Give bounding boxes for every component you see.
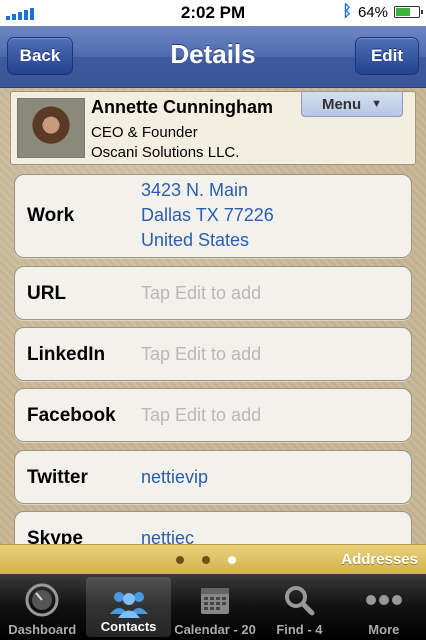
- address-line-3: United States: [141, 230, 250, 250]
- tab-label: More: [368, 622, 400, 637]
- url-label: URL: [27, 283, 67, 304]
- tab-contacts[interactable]: Contacts: [86, 577, 171, 637]
- facebook-label: Facebook: [27, 405, 116, 426]
- tab-label: Dashboard: [8, 622, 77, 637]
- tab-calendar[interactable]: Calendar - 20: [173, 574, 257, 640]
- signal-strength-icon: [6, 6, 34, 20]
- tab-more[interactable]: More: [342, 574, 426, 640]
- addresses-label[interactable]: Addresses: [341, 551, 418, 568]
- facebook-value: Tap Edit to add: [141, 405, 262, 425]
- url-value: Tap Edit to add: [141, 283, 262, 303]
- avatar: [17, 98, 85, 158]
- address-line-2: Dallas TX 77226: [141, 205, 274, 225]
- page-dot[interactable]: [176, 556, 184, 564]
- tab-label: Calendar - 20: [174, 622, 256, 637]
- skype-label: Skype: [27, 528, 83, 544]
- linkedin-label: LinkedIn: [27, 344, 106, 365]
- page-dot[interactable]: [202, 556, 210, 564]
- tab-bar: Dashboard Contacts Calendar - 20 Find - …: [0, 574, 426, 640]
- contact-name: Annette Cunningham: [91, 97, 273, 117]
- battery-percent: 64%: [357, 3, 388, 21]
- address-line-1: 3423 N. Main: [141, 180, 249, 200]
- contact-company: Oscani Solutions LLC.: [91, 144, 240, 161]
- search-icon: [282, 582, 316, 618]
- work-label: Work: [27, 205, 75, 226]
- more-dots-icon: [364, 582, 404, 618]
- tab-find[interactable]: Find - 4: [257, 574, 341, 640]
- linkedin-row[interactable]: LinkedIn Tap Edit to add: [14, 327, 412, 381]
- navigation-bar: Back Details Edit: [0, 26, 426, 88]
- menu-label: Menu: [321, 95, 362, 113]
- calendar-icon: [198, 582, 232, 618]
- page-indicator-bar: Addresses: [0, 544, 426, 574]
- skype-row[interactable]: Skype nettiec: [14, 511, 412, 544]
- people-icon: [107, 585, 151, 621]
- twitter-label: Twitter: [27, 467, 88, 488]
- menu-button[interactable]: Menu ▼: [301, 91, 403, 117]
- tab-label: Contacts: [100, 619, 157, 634]
- edit-button[interactable]: Edit: [355, 37, 419, 75]
- skype-value[interactable]: nettiec: [141, 526, 194, 544]
- contact-card: Annette Cunningham CEO & Founder Oscani …: [10, 91, 416, 165]
- tab-dashboard[interactable]: Dashboard: [0, 574, 84, 640]
- facebook-row[interactable]: Facebook Tap Edit to add: [14, 388, 412, 442]
- tab-label: Find - 4: [276, 622, 323, 637]
- details-content[interactable]: Annette Cunningham CEO & Founder Oscani …: [0, 88, 426, 544]
- contact-job-title: CEO & Founder: [91, 124, 198, 141]
- twitter-row[interactable]: Twitter nettievip: [14, 450, 412, 504]
- url-row[interactable]: URL Tap Edit to add: [14, 266, 412, 320]
- page-dot-active[interactable]: [228, 556, 236, 564]
- work-address-row[interactable]: Work 3423 N. Main Dallas TX 77226 United…: [14, 174, 412, 258]
- linkedin-value: Tap Edit to add: [141, 344, 262, 364]
- battery-icon: [394, 6, 423, 18]
- status-time: 2:02 PM: [180, 3, 246, 22]
- status-bar: 2:02 PM ᛒ 64%: [0, 0, 426, 26]
- chevron-down-icon: ▼: [371, 98, 383, 110]
- speedometer-icon: [25, 582, 59, 618]
- bluetooth-icon: ᛒ: [342, 3, 352, 20]
- page-dots[interactable]: [176, 556, 236, 564]
- twitter-value[interactable]: nettievip: [141, 465, 208, 490]
- work-address[interactable]: 3423 N. Main Dallas TX 77226 United Stat…: [141, 178, 274, 253]
